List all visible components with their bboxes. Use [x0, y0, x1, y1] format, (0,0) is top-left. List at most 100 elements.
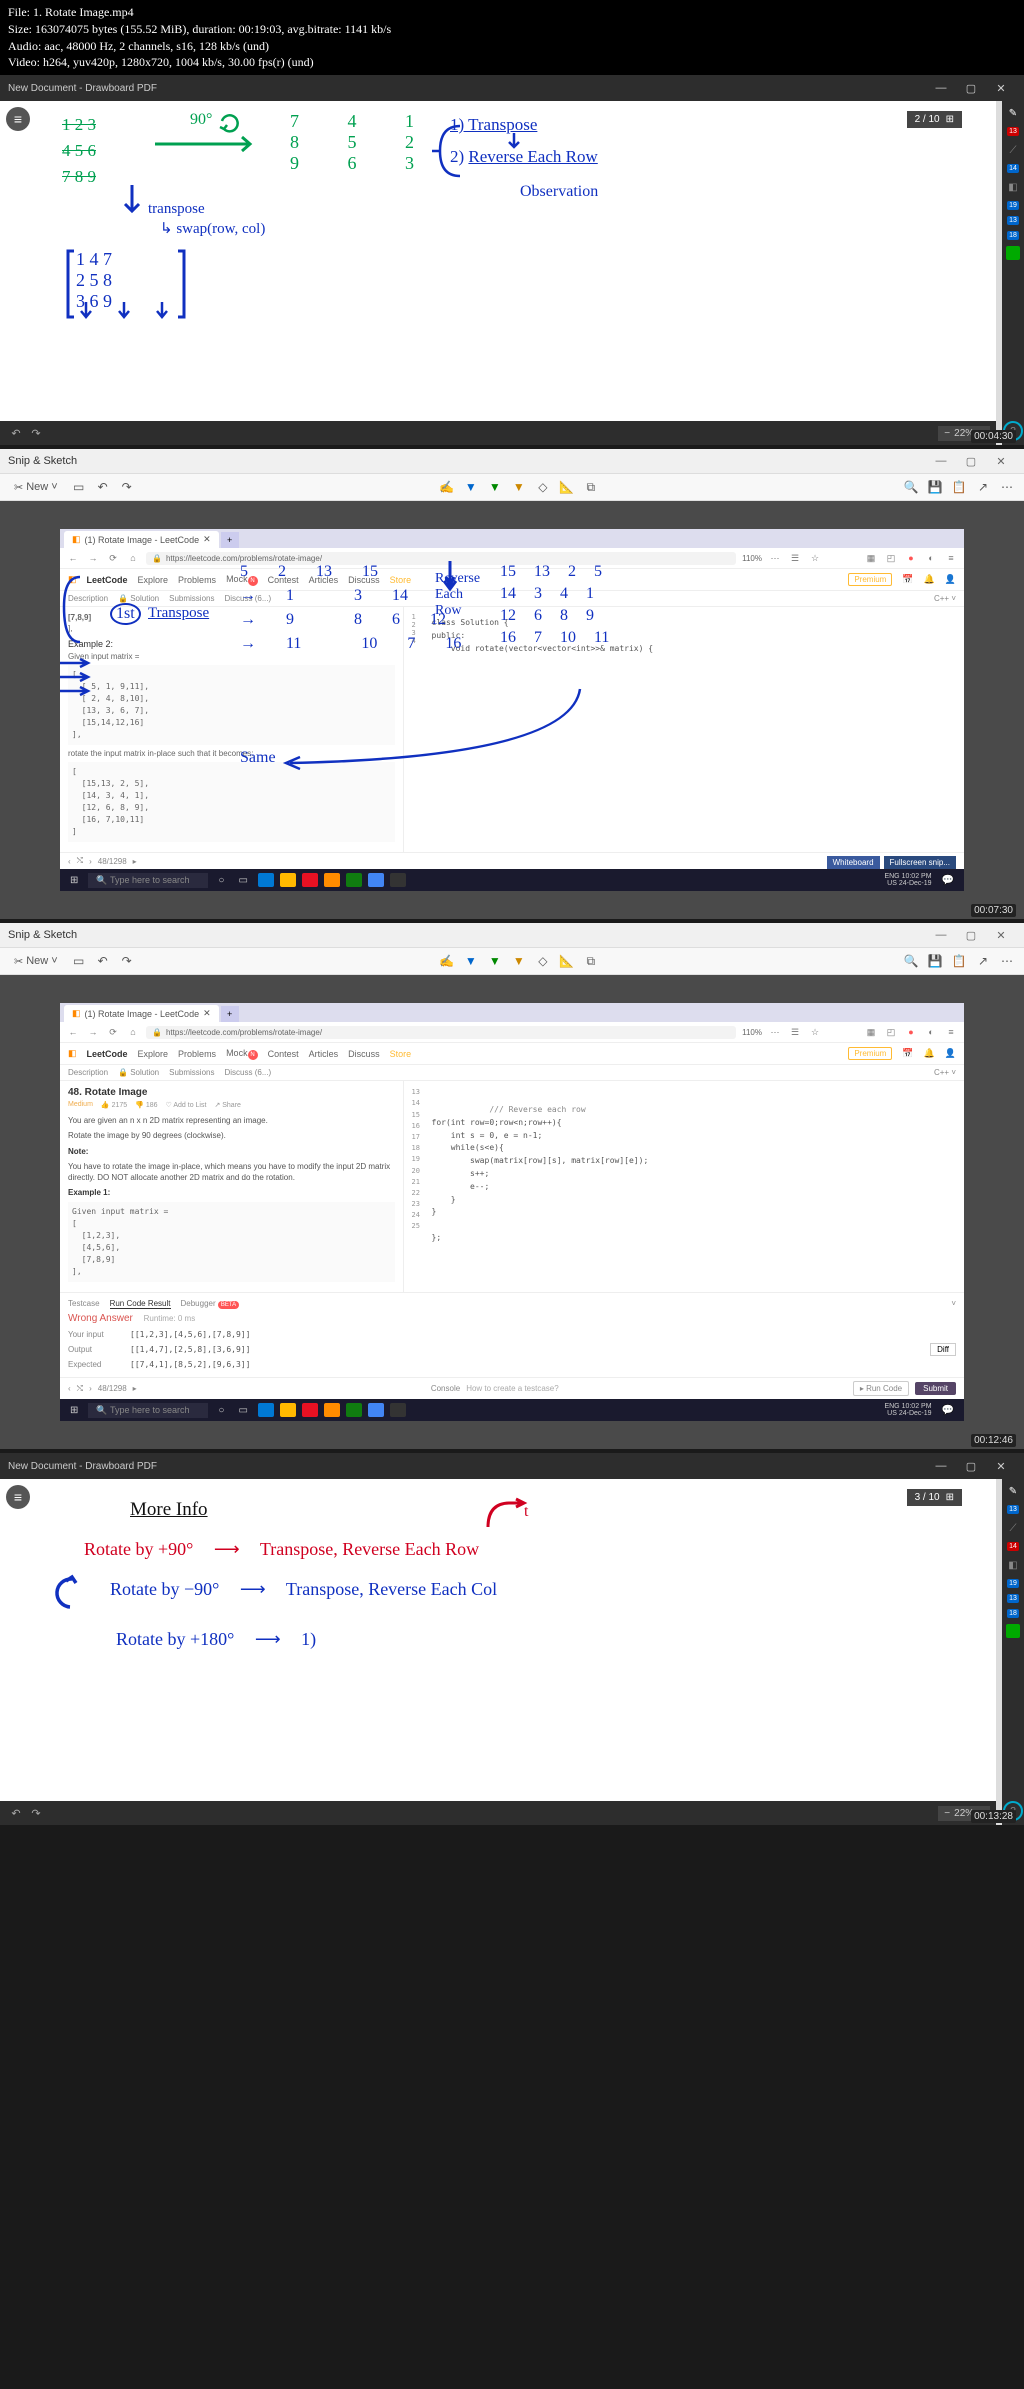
subnav-description[interactable]: Description — [68, 1068, 108, 1077]
reader-button[interactable]: ☰ — [788, 551, 802, 565]
next-problem-button[interactable]: › — [89, 857, 92, 866]
ext-2[interactable]: ◰ — [884, 1025, 898, 1039]
reload-button[interactable]: ⟳ — [106, 551, 120, 565]
new-snip-button[interactable]: ✂ New ˅ — [8, 953, 64, 970]
undo-button[interactable]: ↶ — [6, 424, 26, 442]
console-label[interactable]: Console — [431, 1384, 460, 1393]
subnav-submissions[interactable]: Submissions — [169, 1068, 214, 1077]
maximize-button[interactable]: ▢ — [956, 926, 986, 944]
ext-1[interactable]: ▦ — [864, 1025, 878, 1039]
share-button[interactable]: ↗ — [974, 952, 992, 970]
submit-button[interactable]: Submit — [915, 1382, 956, 1395]
snip-canvas[interactable]: ◧ (1) Rotate Image - LeetCode ✕ + ← → ⟳ … — [60, 529, 964, 891]
ruler-tool[interactable]: 📐 — [558, 478, 576, 496]
redo-button[interactable]: ↷ — [118, 478, 136, 496]
hamburger-menu-button[interactable]: ≡ — [6, 107, 30, 131]
subnav-submissions[interactable]: Submissions — [169, 594, 214, 603]
tool-badge-1[interactable]: 13 — [1007, 1505, 1019, 1514]
taskbar-app-explorer[interactable] — [280, 873, 296, 887]
testcase-tab[interactable]: Testcase — [68, 1299, 100, 1309]
prev-problem-button[interactable]: ‹ — [68, 1384, 71, 1393]
taskbar-search[interactable]: 🔍 Type here to search — [88, 873, 208, 888]
tool-color-4[interactable]: 18 — [1007, 231, 1019, 240]
close-button[interactable]: ✕ — [986, 1457, 1016, 1475]
zoom-out-button[interactable]: − — [944, 428, 950, 439]
run-result-tab[interactable]: Run Code Result — [110, 1299, 171, 1309]
hamburger-menu[interactable]: ≡ — [944, 551, 958, 565]
more-menu[interactable]: ⋯ — [768, 551, 782, 565]
taskbar-search[interactable]: 🔍 Type here to search — [88, 1403, 208, 1418]
taskbar-app-1[interactable] — [302, 1403, 318, 1417]
taskbar-app-3[interactable] — [390, 1403, 406, 1417]
tool-color-2[interactable]: 19 — [1007, 201, 1019, 210]
maximize-button[interactable]: ▢ — [956, 452, 986, 470]
pencil-tool[interactable]: ▼ — [486, 478, 504, 496]
share-button[interactable]: ↗ Share — [214, 1101, 241, 1109]
zoom-button[interactable]: 🔍 — [902, 478, 920, 496]
highlighter-tool[interactable]: ▼ — [510, 478, 528, 496]
page-indicator[interactable]: 3 / 10 ⊞ — [907, 1489, 962, 1506]
crop-tool[interactable]: ⧉ — [582, 952, 600, 970]
collapse-button[interactable]: ˅ — [951, 1299, 956, 1309]
maximize-button[interactable]: ▢ — [956, 1457, 986, 1475]
tool-color-red[interactable]: 14 — [1007, 1542, 1019, 1551]
streak-icon[interactable]: 📅 — [902, 574, 913, 585]
eraser-tool[interactable]: ◇ — [534, 478, 552, 496]
eraser-tool[interactable]: ◧ — [1005, 1557, 1021, 1573]
premium-button[interactable]: Premium — [848, 1047, 892, 1060]
nav-explore[interactable]: Explore — [138, 1049, 169, 1059]
minimize-button[interactable]: — — [926, 79, 956, 97]
touch-writing-button[interactable]: ✍ — [438, 478, 456, 496]
start-button[interactable]: ⊞ — [66, 1403, 82, 1418]
taskbar-clock[interactable]: ENG 10:02 PM US 24-Dec-19 — [884, 1403, 931, 1418]
taskbar-app-firefox[interactable] — [324, 873, 340, 887]
pen-tool[interactable]: ✎ — [1005, 1483, 1021, 1499]
undo-button[interactable]: ↶ — [94, 478, 112, 496]
new-tab-button[interactable]: + — [221, 532, 239, 548]
copy-button[interactable]: 📋 — [950, 952, 968, 970]
forward-button[interactable]: → — [86, 1025, 100, 1039]
how-to-testcase[interactable]: How to create a testcase? — [466, 1384, 559, 1393]
ext-1[interactable]: ▦ — [864, 551, 878, 565]
task-view-button[interactable]: ▭ — [234, 873, 251, 888]
browser-tab-leetcode[interactable]: ◧(1) Rotate Image - LeetCode✕ — [64, 1005, 219, 1022]
snip-canvas[interactable]: ◧(1) Rotate Image - LeetCode✕ + ← → ⟳ ⌂ … — [60, 1003, 964, 1421]
browser-tab-leetcode[interactable]: ◧ (1) Rotate Image - LeetCode ✕ — [64, 531, 219, 548]
tool-color-3[interactable]: 13 — [1007, 1594, 1019, 1603]
minimize-button[interactable]: — — [926, 926, 956, 944]
page-indicator[interactable]: 2 / 10 ⊞ — [907, 111, 962, 128]
ballpoint-pen-tool[interactable]: ▼ — [462, 952, 480, 970]
task-view-button[interactable]: ▭ — [234, 1403, 251, 1418]
crop-tool[interactable]: ⧉ — [582, 478, 600, 496]
save-button[interactable]: 💾 — [926, 478, 944, 496]
home-button[interactable]: ⌂ — [126, 1025, 140, 1039]
tool-color-2[interactable]: 19 — [1007, 1579, 1019, 1588]
bookmark-button[interactable]: ☆ — [808, 1025, 822, 1039]
avatar[interactable]: 👤 — [945, 574, 956, 585]
likes-count[interactable]: 👍 2175 — [101, 1101, 127, 1109]
subnav-discuss[interactable]: Discuss (6...) — [224, 1068, 271, 1077]
undo-button[interactable]: ↶ — [6, 1804, 26, 1822]
shuffle-button[interactable]: ⤭ — [77, 856, 83, 866]
window-snip-button[interactable]: ▭ — [70, 478, 88, 496]
back-button[interactable]: ← — [66, 551, 80, 565]
eraser-tool[interactable]: ◇ — [534, 952, 552, 970]
zoom-button[interactable]: 🔍 — [902, 952, 920, 970]
streak-icon[interactable]: 📅 — [902, 1048, 913, 1059]
start-button[interactable]: ⊞ — [66, 873, 82, 888]
cortana-button[interactable]: ○ — [214, 1403, 228, 1418]
close-button[interactable]: ✕ — [986, 926, 1016, 944]
tool-green[interactable] — [1006, 246, 1020, 260]
taskbar-app-3[interactable] — [390, 873, 406, 887]
taskbar-app-chrome[interactable] — [368, 1403, 384, 1417]
close-tab-icon[interactable]: ✕ — [203, 1008, 211, 1019]
tool-badge-red[interactable]: 13 — [1007, 127, 1019, 136]
prev-problem-button[interactable]: ‹ — [68, 857, 71, 866]
nav-problems[interactable]: Problems — [178, 575, 216, 585]
nav-articles[interactable]: Articles — [309, 1049, 339, 1059]
debugger-tab[interactable]: Debugger BETA — [181, 1299, 240, 1309]
popup-fullscreen[interactable]: Fullscreen snip... — [884, 856, 956, 869]
dislikes-count[interactable]: 👎 186 — [135, 1101, 157, 1109]
close-tab-icon[interactable]: ✕ — [203, 534, 211, 545]
url-input[interactable]: 🔒https://leetcode.com/problems/rotate-im… — [146, 1026, 736, 1039]
